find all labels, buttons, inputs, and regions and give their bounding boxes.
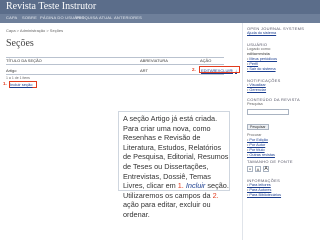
edit-section-link[interactable]: EDITAR bbox=[201, 68, 215, 73]
sidebar-journal-content: CONTEÚDO DA REVISTA Pesquisa Pesquisar P… bbox=[247, 97, 300, 158]
col-header-title: TÍTULO DA SEÇÃO bbox=[6, 58, 42, 63]
table-bottom-divider bbox=[6, 74, 224, 75]
sidebar-information: INFORMAÇÕES Para leitores Para Autores P… bbox=[247, 178, 281, 198]
breadcrumb[interactable]: Capa > Administração > Seções bbox=[6, 28, 63, 33]
nav-search[interactable]: PESQUISA bbox=[76, 15, 98, 20]
delete-section-link[interactable]: EXCLUIR bbox=[215, 68, 232, 73]
nav-capa[interactable]: CAPA bbox=[6, 15, 17, 20]
step-1-marker: 1. bbox=[3, 81, 7, 86]
site-header: Revista Teste Instrutor bbox=[0, 0, 320, 14]
help-link[interactable]: Ajuda do sistema bbox=[247, 31, 304, 36]
move-up-link[interactable]: ↑ bbox=[231, 68, 233, 73]
include-section-link[interactable]: Incluir seção bbox=[10, 82, 32, 87]
top-nav: CAPA SOBRE PÁGINA DO USUÁRIO PESQUISA AT… bbox=[0, 14, 320, 23]
logout-link[interactable]: Sair do sistema bbox=[247, 67, 277, 72]
section-title-cell: Artigo bbox=[6, 68, 17, 73]
manage-notifications-link[interactable]: Gerenciar bbox=[247, 88, 281, 93]
sidebar-notifications: NOTIFICAÇÕES Visualizar Gerenciar bbox=[247, 78, 281, 93]
col-header-action: AÇÃO bbox=[200, 58, 212, 63]
font-medium-button[interactable]: A bbox=[255, 166, 261, 172]
search-label: Pesquisa bbox=[247, 102, 263, 106]
sidebar-font-size: TAMANHO DE FONTE A A A bbox=[247, 159, 293, 172]
for-librarians-link[interactable]: Para Bibliotecários bbox=[247, 193, 281, 198]
sidebar-user: USUÁRIO Logado como: editorrevista Meus … bbox=[247, 42, 277, 72]
nav-sobre[interactable]: SOBRE bbox=[22, 15, 37, 20]
callout-include-ref: Incluir bbox=[185, 181, 206, 191]
page-title: Seções bbox=[6, 38, 34, 49]
callout-step-2: 2. bbox=[212, 190, 219, 200]
col-header-abbrev: ABREVIATURA bbox=[140, 58, 168, 63]
callout-text: A seção Artigo já está criada. Para cria… bbox=[123, 114, 229, 219]
table-header-divider bbox=[6, 64, 224, 65]
instruction-callout: A seção Artigo já está criada. Para cria… bbox=[118, 111, 230, 219]
font-large-button[interactable]: A bbox=[263, 166, 269, 172]
move-down-link[interactable]: ↓ bbox=[235, 68, 237, 73]
search-button[interactable]: Pesquisar bbox=[247, 124, 269, 130]
site-title[interactable]: Revista Teste Instrutor bbox=[6, 1, 96, 12]
other-journals-link[interactable]: Outras revistas bbox=[247, 153, 300, 158]
pager-text: 1 a 1 de 1 itens bbox=[6, 76, 30, 80]
nav-archives[interactable]: ANTERIORES bbox=[114, 15, 142, 20]
font-small-button[interactable]: A bbox=[247, 166, 253, 172]
step-2-marker: 2. bbox=[192, 67, 196, 72]
sidebar-ojs: OPEN JOURNAL SYSTEMS Ajuda do sistema bbox=[247, 26, 304, 36]
search-input[interactable] bbox=[247, 109, 289, 115]
right-sidebar: OPEN JOURNAL SYSTEMS Ajuda do sistema US… bbox=[242, 23, 320, 240]
section-abbrev-cell: ART bbox=[140, 68, 148, 73]
font-size-controls: A A A bbox=[247, 166, 293, 172]
font-size-title: TAMANHO DE FONTE bbox=[247, 159, 293, 164]
nav-current[interactable]: ATUAL bbox=[99, 15, 113, 20]
callout-step-1: 1. bbox=[177, 181, 184, 191]
